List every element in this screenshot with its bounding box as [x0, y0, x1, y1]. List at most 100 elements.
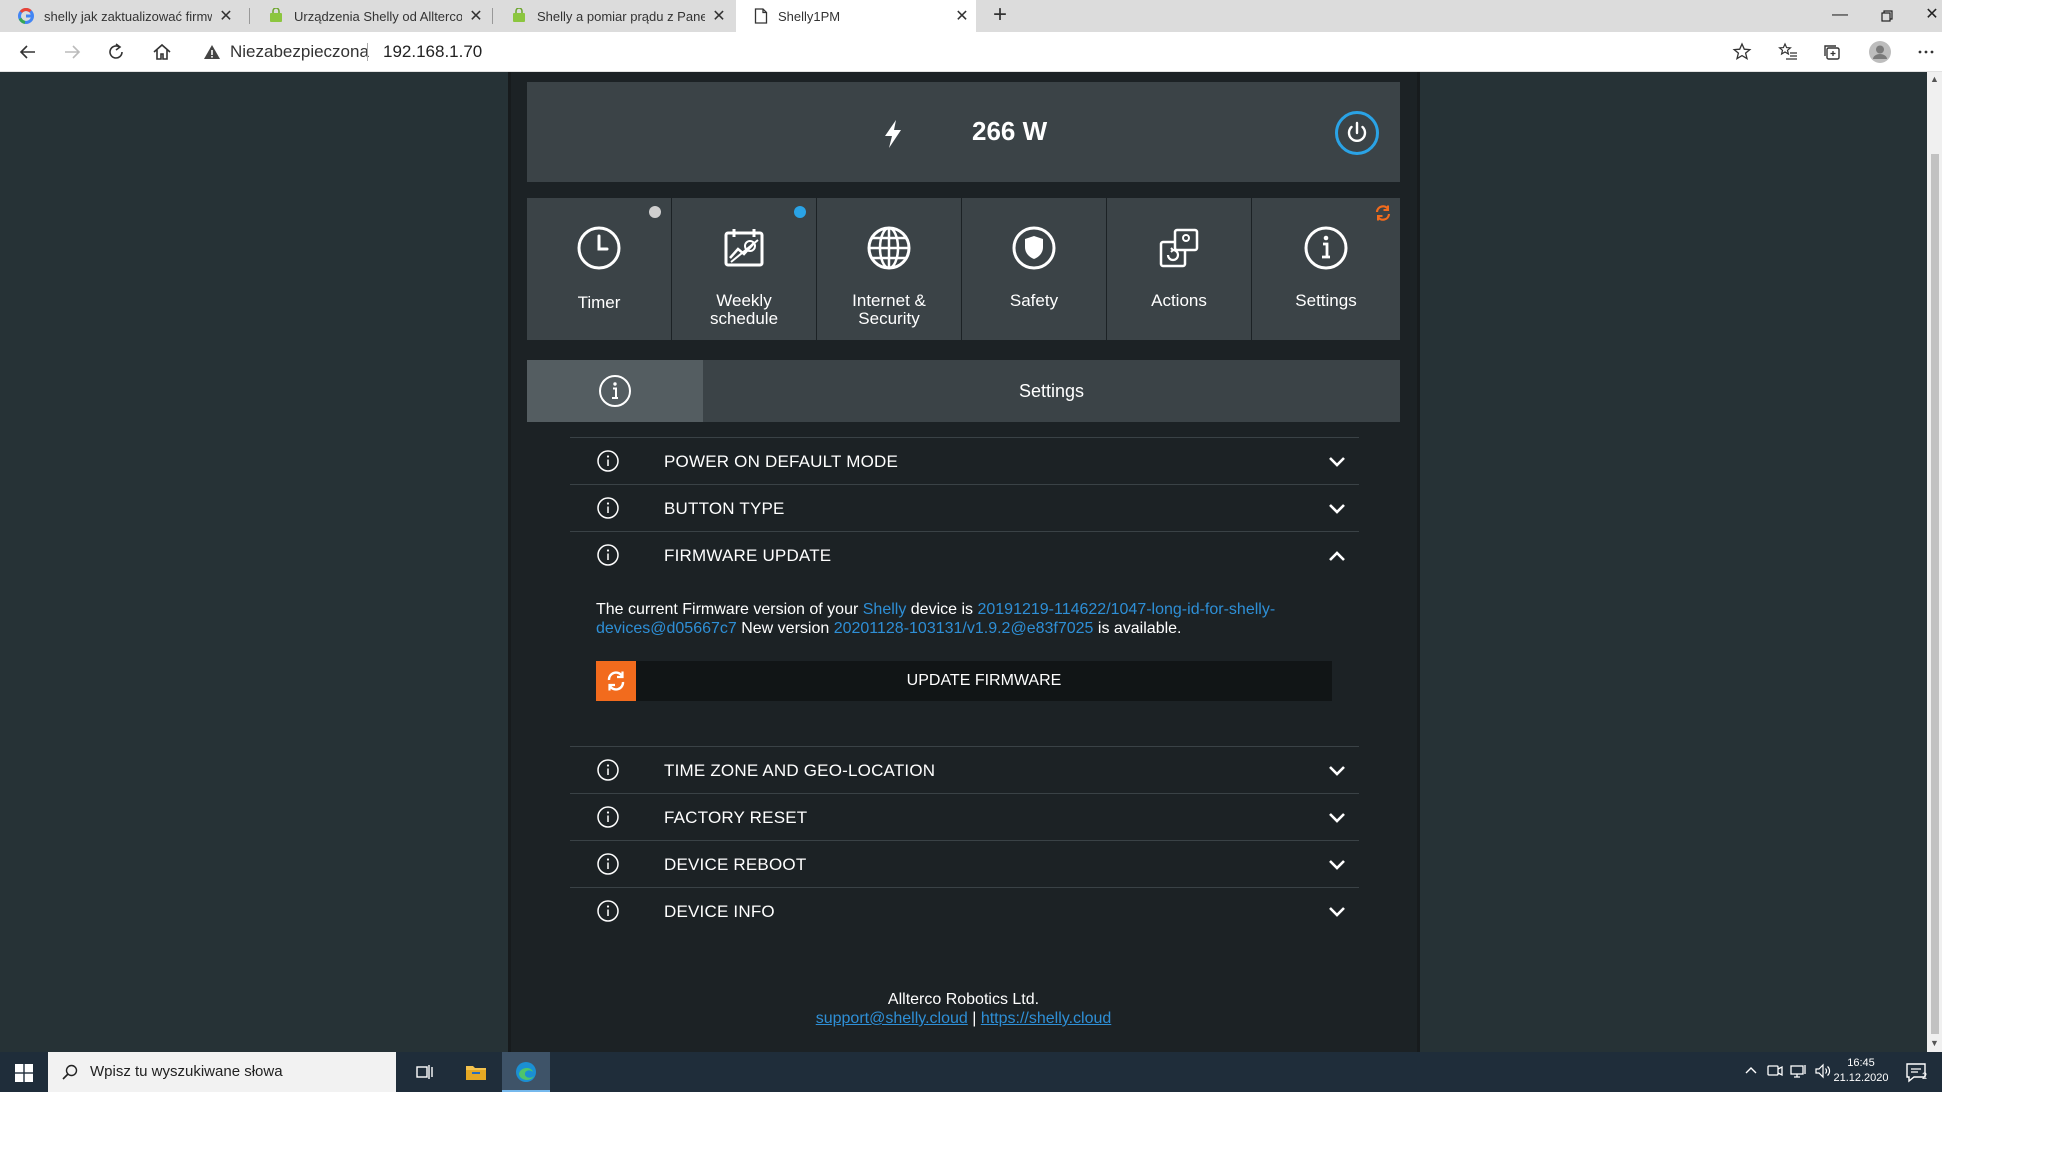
network-icon[interactable] [1790, 1062, 1808, 1080]
settings-row-power-on-default-mode[interactable]: POWER ON DEFAULT MODE [570, 437, 1359, 484]
scroll-up-icon[interactable]: ▲ [1927, 74, 1942, 84]
file-explorer-button[interactable] [452, 1052, 500, 1092]
info-icon [596, 852, 620, 876]
settings-list: POWER ON DEFAULT MODE BUTTON TYPE FIRMWA… [570, 437, 1359, 934]
browser-tab[interactable]: shelly jak zaktualizować firmware ✕ [0, 0, 240, 32]
back-icon[interactable] [16, 40, 40, 64]
forward-icon[interactable] [60, 40, 84, 64]
profile-avatar-icon[interactable] [1868, 40, 1892, 64]
close-tab-icon[interactable]: ✕ [948, 6, 976, 26]
close-tab-icon[interactable]: ✕ [705, 6, 733, 26]
chevron-down-icon[interactable] [1327, 902, 1347, 922]
restore-icon[interactable] [1863, 0, 1909, 32]
google-icon [18, 8, 34, 24]
info-icon [596, 496, 620, 520]
browser-tab[interactable]: Urządzenia Shelly od Allterco Robotics ✕ [250, 0, 490, 32]
taskbar-clock[interactable]: 16:45 21.12.2020 [1822, 1056, 1900, 1086]
settings-row-button-type[interactable]: BUTTON TYPE [570, 484, 1359, 531]
meet-now-icon[interactable] [1766, 1062, 1784, 1080]
address-bar: Niezabezpieczona 192.168.1.70 [0, 32, 1942, 72]
notification-count: 2 [1922, 1071, 1928, 1081]
search-placeholder: Wpisz tu wyszukiwane słowa [90, 1063, 283, 1080]
favorites-icon[interactable] [1776, 40, 1800, 64]
close-window-icon[interactable]: ✕ [1909, 0, 1955, 32]
search-icon [62, 1064, 78, 1080]
firmware-info-text: The current Firmware version of your She… [596, 600, 1326, 638]
scroll-down-icon[interactable]: ▼ [1927, 1038, 1942, 1048]
settings-row-factory-reset[interactable]: FACTORY RESET [570, 793, 1359, 840]
vertical-scrollbar[interactable]: ▲ ▼ [1927, 72, 1942, 1052]
edge-icon [516, 1062, 536, 1082]
chevron-up-icon[interactable] [1327, 546, 1347, 566]
tile-label: Actions [1151, 291, 1207, 310]
more-menu-icon[interactable] [1914, 40, 1938, 64]
favorite-star-icon[interactable] [1730, 40, 1754, 64]
settings-row-device-info[interactable]: DEVICE INFO [570, 887, 1359, 934]
settings-header: Settings [527, 360, 1400, 422]
task-view-button[interactable] [400, 1052, 448, 1092]
windows-logo-icon [15, 1064, 33, 1082]
chevron-down-icon[interactable] [1327, 761, 1347, 781]
settings-row-time-zone[interactable]: TIME ZONE AND GEO-LOCATION [570, 746, 1359, 793]
collections-icon[interactable] [1820, 40, 1844, 64]
scrollbar-thumb[interactable] [1931, 154, 1939, 1034]
update-firmware-button[interactable]: UPDATE FIRMWARE [596, 661, 1332, 701]
firmware-text-new: New version [736, 620, 834, 637]
warning-icon[interactable] [200, 40, 224, 64]
chevron-down-icon[interactable] [1327, 855, 1347, 875]
tile-weekly-schedule[interactable]: Weekly schedule [672, 198, 816, 340]
edge-taskbar-button[interactable] [502, 1052, 550, 1092]
chevron-down-icon[interactable] [1327, 499, 1347, 519]
windows-start-button[interactable] [0, 1052, 48, 1092]
new-version: 20201128-103131/v1.9.2@e83f7025 [833, 620, 1094, 637]
home-icon[interactable] [150, 40, 174, 64]
browser-tab-active[interactable]: Shelly1PM ✕ [736, 0, 976, 32]
info-icon [1302, 224, 1350, 272]
tile-label: Settings [1295, 291, 1357, 310]
info-icon [596, 543, 620, 567]
chevron-down-icon[interactable] [1327, 452, 1347, 472]
settings-row-device-reboot[interactable]: DEVICE REBOOT [570, 840, 1359, 887]
brand-link[interactable]: Shelly [863, 601, 907, 618]
shop-icon [268, 8, 284, 24]
refresh-icon[interactable] [104, 40, 128, 64]
footer-separator: | [972, 1010, 977, 1027]
clock-date: 21.12.2020 [1833, 1072, 1889, 1084]
settings-row-label: FIRMWARE UPDATE [664, 546, 832, 565]
browser-tab-strip: shelly jak zaktualizować firmware ✕ Urzą… [0, 0, 1942, 32]
website-link[interactable]: https://shelly.cloud [981, 1010, 1111, 1027]
tray-overflow-chevron-icon[interactable] [1742, 1062, 1760, 1080]
tile-label: Internet & Security [852, 291, 926, 328]
support-email-link[interactable]: support@shelly.cloud [816, 1010, 968, 1027]
windows-taskbar: Wpisz tu wyszukiwane słowa 16:45 21.12.2… [0, 1052, 1942, 1092]
tile-internet-security[interactable]: Internet & Security [817, 198, 961, 340]
settings-row-firmware-update[interactable]: FIRMWARE UPDATE [570, 531, 1359, 578]
power-value: 266 W [972, 116, 1048, 146]
tile-label: Weekly schedule [709, 291, 779, 328]
tile-settings[interactable]: Settings [1252, 198, 1400, 340]
tab-title: Urządzenia Shelly od Allterco Robotics [294, 8, 462, 24]
power-toggle-button[interactable] [1335, 111, 1379, 155]
info-icon [599, 375, 631, 407]
tab-title: shelly jak zaktualizować firmware [44, 8, 212, 24]
page-viewport: 266 W Timer Weekly schedule Internet & S… [0, 72, 1927, 1052]
minimize-icon[interactable]: — [1817, 0, 1863, 32]
device-page: 266 W Timer Weekly schedule Internet & S… [508, 72, 1420, 1052]
close-tab-icon[interactable]: ✕ [462, 6, 490, 26]
feature-tiles: Timer Weekly schedule Internet & Securit… [527, 198, 1400, 340]
tile-safety[interactable]: Safety [962, 198, 1106, 340]
new-tab-button[interactable]: + [980, 0, 1020, 32]
close-tab-icon[interactable]: ✕ [212, 6, 240, 26]
shop-icon [511, 8, 527, 24]
security-label[interactable]: Niezabezpieczona [230, 42, 369, 62]
update-firmware-label: UPDATE FIRMWARE [906, 672, 1062, 689]
actions-icon [1155, 224, 1203, 272]
tile-actions[interactable]: Actions [1107, 198, 1251, 340]
chevron-down-icon[interactable] [1327, 808, 1347, 828]
browser-tab[interactable]: Shelly a pomiar prądu z Paneli fotowolta… [493, 0, 733, 32]
settings-row-label: DEVICE REBOOT [664, 855, 807, 874]
taskbar-search-box[interactable]: Wpisz tu wyszukiwane słowa [48, 1052, 396, 1092]
screen: shelly jak zaktualizować firmware ✕ Urzą… [0, 0, 2048, 1152]
url-input[interactable]: 192.168.1.70 [383, 42, 482, 62]
tile-timer[interactable]: Timer [527, 198, 671, 340]
